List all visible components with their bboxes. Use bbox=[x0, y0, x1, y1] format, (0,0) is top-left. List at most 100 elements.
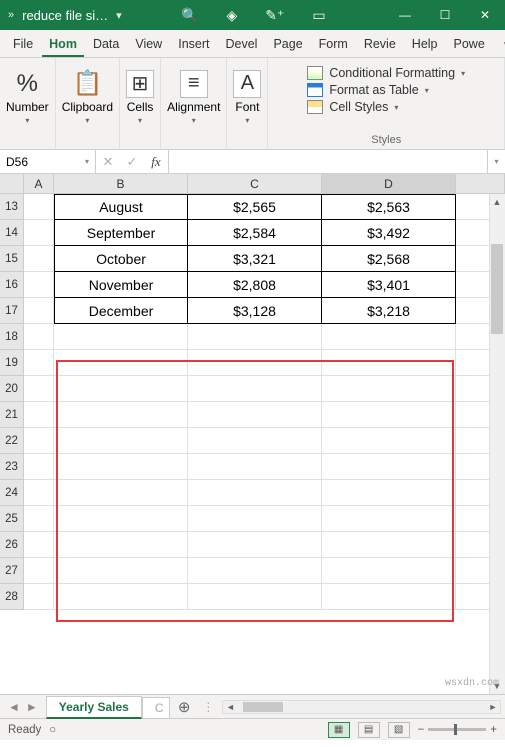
conditional-formatting-button[interactable]: Conditional Formatting▾ bbox=[307, 66, 465, 80]
cell-B24[interactable] bbox=[54, 480, 188, 506]
view-page-layout-button[interactable]: ▤ bbox=[358, 722, 380, 738]
cell-C27[interactable] bbox=[188, 558, 322, 584]
col-header-C[interactable]: C bbox=[188, 174, 322, 193]
cell-D14[interactable]: $3,492 bbox=[322, 220, 456, 246]
cell-C21[interactable] bbox=[188, 402, 322, 428]
formula-expand-icon[interactable]: ▾ bbox=[487, 150, 505, 173]
cell-A15[interactable] bbox=[24, 246, 54, 272]
row-header-19[interactable]: 19 bbox=[0, 350, 24, 376]
cell-C19[interactable] bbox=[188, 350, 322, 376]
cell-C16[interactable]: $2,808 bbox=[188, 272, 322, 298]
row-header-22[interactable]: 22 bbox=[0, 428, 24, 454]
wand-icon[interactable]: ✎⁺ bbox=[265, 7, 284, 24]
cell-D22[interactable] bbox=[322, 428, 456, 454]
cell-C20[interactable] bbox=[188, 376, 322, 402]
cell-B19[interactable] bbox=[54, 350, 188, 376]
cell-C15[interactable]: $3,321 bbox=[188, 246, 322, 272]
row-header-20[interactable]: 20 bbox=[0, 376, 24, 402]
row-header-13[interactable]: 13 bbox=[0, 194, 24, 220]
enter-formula-button[interactable]: ✓ bbox=[120, 154, 144, 170]
cell-A13[interactable] bbox=[24, 194, 54, 220]
cell-B22[interactable] bbox=[54, 428, 188, 454]
scroll-up-icon[interactable]: ▲ bbox=[489, 194, 505, 210]
grid[interactable]: 13August$2,565$2,56314September$2,584$3,… bbox=[0, 194, 505, 610]
vertical-scrollbar[interactable]: ▲ ▼ bbox=[489, 194, 505, 694]
hscroll-right-icon[interactable]: ► bbox=[486, 701, 500, 713]
record-macro-icon[interactable]: ○ bbox=[49, 724, 56, 736]
cell-C22[interactable] bbox=[188, 428, 322, 454]
cell-B25[interactable] bbox=[54, 506, 188, 532]
tab-data[interactable]: Data bbox=[86, 32, 126, 57]
tab-developer[interactable]: Devel bbox=[218, 32, 264, 57]
cell-C25[interactable] bbox=[188, 506, 322, 532]
cell-B14[interactable]: September bbox=[54, 220, 188, 246]
tab-insert[interactable]: Insert bbox=[171, 32, 216, 57]
search-icon[interactable]: 🔍 bbox=[181, 7, 198, 24]
cell-A24[interactable] bbox=[24, 480, 54, 506]
insert-function-button[interactable]: fx bbox=[144, 154, 168, 170]
tab-page[interactable]: Page bbox=[266, 32, 309, 57]
cell-D15[interactable]: $2,568 bbox=[322, 246, 456, 272]
row-header-16[interactable]: 16 bbox=[0, 272, 24, 298]
window-mode-icon[interactable]: ▭ bbox=[312, 7, 325, 24]
clipboard-button[interactable]: 📋 Clipboard ▾ bbox=[62, 62, 113, 132]
cell-D20[interactable] bbox=[322, 376, 456, 402]
qat-more-icon[interactable]: » bbox=[8, 9, 14, 21]
cell-B17[interactable]: December bbox=[54, 298, 188, 324]
cell-C18[interactable] bbox=[188, 324, 322, 350]
cell-D23[interactable] bbox=[322, 454, 456, 480]
cell-A20[interactable] bbox=[24, 376, 54, 402]
cancel-formula-button[interactable]: ✕ bbox=[96, 154, 120, 170]
font-button[interactable]: A Font ▾ bbox=[233, 62, 261, 132]
tab-view[interactable]: View bbox=[128, 32, 169, 57]
cell-A27[interactable] bbox=[24, 558, 54, 584]
minimize-button[interactable]: — bbox=[385, 0, 425, 30]
cell-D17[interactable]: $3,218 bbox=[322, 298, 456, 324]
premium-icon[interactable]: ◈ bbox=[226, 7, 237, 24]
formula-input[interactable] bbox=[169, 150, 487, 173]
cell-styles-button[interactable]: Cell Styles ▾ bbox=[307, 100, 465, 114]
col-header-B[interactable]: B bbox=[54, 174, 188, 193]
alignment-button[interactable]: ≡ Alignment ▾ bbox=[167, 62, 220, 132]
cell-D21[interactable] bbox=[322, 402, 456, 428]
row-header-18[interactable]: 18 bbox=[0, 324, 24, 350]
view-normal-button[interactable]: ▦ bbox=[328, 722, 350, 738]
cell-D19[interactable] bbox=[322, 350, 456, 376]
cell-A19[interactable] bbox=[24, 350, 54, 376]
cell-A18[interactable] bbox=[24, 324, 54, 350]
sheet-tab-next[interactable]: C bbox=[142, 697, 170, 718]
cell-A23[interactable] bbox=[24, 454, 54, 480]
close-button[interactable]: ✕ bbox=[465, 0, 505, 30]
col-header-D[interactable]: D bbox=[322, 174, 456, 193]
hscroll-left-icon[interactable]: ◄ bbox=[223, 701, 237, 713]
cell-B18[interactable] bbox=[54, 324, 188, 350]
row-header-28[interactable]: 28 bbox=[0, 584, 24, 610]
cell-C24[interactable] bbox=[188, 480, 322, 506]
cell-B13[interactable]: August bbox=[54, 194, 188, 220]
sheet-tab-active[interactable]: Yearly Sales bbox=[46, 696, 142, 719]
cell-B20[interactable] bbox=[54, 376, 188, 402]
cell-D28[interactable] bbox=[322, 584, 456, 610]
cell-B23[interactable] bbox=[54, 454, 188, 480]
row-header-27[interactable]: 27 bbox=[0, 558, 24, 584]
maximize-button[interactable]: ☐ bbox=[425, 0, 465, 30]
cell-C26[interactable] bbox=[188, 532, 322, 558]
vscroll-thumb[interactable] bbox=[491, 244, 503, 334]
ribbon-collapse-icon[interactable]: ▽ bbox=[494, 35, 505, 57]
sheet-next-icon[interactable]: ► bbox=[26, 700, 38, 714]
zoom-control[interactable]: − + bbox=[418, 724, 497, 736]
row-header-23[interactable]: 23 bbox=[0, 454, 24, 480]
cell-A26[interactable] bbox=[24, 532, 54, 558]
format-as-table-button[interactable]: Format as Table ▾ bbox=[307, 83, 465, 97]
name-box[interactable]: D56 ▾ bbox=[0, 150, 96, 173]
row-header-14[interactable]: 14 bbox=[0, 220, 24, 246]
cell-B27[interactable] bbox=[54, 558, 188, 584]
tab-power[interactable]: Powe bbox=[447, 32, 492, 57]
cell-C23[interactable] bbox=[188, 454, 322, 480]
cell-C14[interactable]: $2,584 bbox=[188, 220, 322, 246]
cell-A16[interactable] bbox=[24, 272, 54, 298]
tab-file[interactable]: File bbox=[6, 32, 40, 57]
cell-D26[interactable] bbox=[322, 532, 456, 558]
row-header-17[interactable]: 17 bbox=[0, 298, 24, 324]
row-header-26[interactable]: 26 bbox=[0, 532, 24, 558]
